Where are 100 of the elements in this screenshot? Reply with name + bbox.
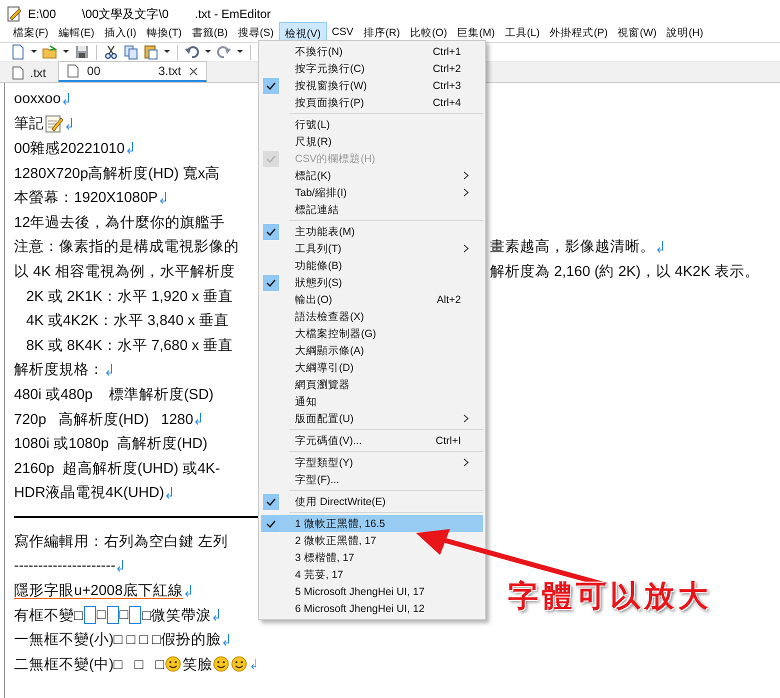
menu-entry[interactable]: 大綱導引(D) (261, 359, 483, 376)
menu-entry[interactable]: 行號(L) (261, 116, 483, 133)
text-line: 480i 或480p 標準解析度(SD) (14, 386, 214, 404)
window-title: \00文學及文字\0 (82, 6, 169, 22)
menu-entry[interactable]: 狀態列(S) (261, 274, 483, 291)
menu-entry[interactable]: 標記(K) (261, 167, 483, 184)
box-glyph (106, 606, 119, 624)
new-document-icon[interactable] (10, 44, 26, 60)
menu-item[interactable]: 編輯(E) (53, 22, 100, 42)
smiley-icon (165, 655, 182, 674)
menu-item[interactable]: 檔案(F) (8, 22, 54, 42)
menu-item[interactable]: CSV (326, 22, 358, 42)
text-line: 2K 或 2K1K：水平 1,920 x 垂直 (25, 288, 233, 306)
menu-entry[interactable]: 使用 DirectWrite(E) (261, 493, 483, 510)
text-line: 720p 高解析度(HD) 1280 (14, 410, 194, 429)
file-tab[interactable]: .txt (4, 64, 54, 82)
text-line: 本螢幕：1920X1080P (14, 189, 158, 208)
menu-entry[interactable]: 語法檢查器(X) (261, 308, 483, 325)
menu-item[interactable]: 搜尋(S) (232, 22, 279, 42)
text-line: 有框不變□ (14, 606, 83, 625)
copy-icon[interactable] (123, 44, 139, 60)
menu-item[interactable]: 書籤(B) (186, 22, 233, 42)
tab-label: 00 (87, 64, 100, 78)
text-line: --------------------- (14, 558, 116, 574)
scissors-icon[interactable] (103, 44, 119, 60)
menu-entry[interactable]: 尺規(R) (261, 133, 483, 150)
text-line: □ (120, 607, 128, 624)
menu-entry[interactable]: 功能條(B) (261, 257, 483, 274)
menu-item[interactable]: 檢視(V) (278, 22, 327, 42)
menu-entry[interactable]: 標記連結 (261, 201, 483, 218)
text-line: 以 4K 相容電視為例，水平解析度 (14, 262, 235, 281)
menu-entry[interactable]: 1 微軟正黑體, 16.5 (261, 515, 483, 532)
menu-entry[interactable]: 6 Microsoft JhengHei UI, 12 (261, 600, 483, 617)
text-line: 解析度為 2,160 (約 2K)，以 4K2K 表示。 (490, 262, 760, 281)
menu-entry[interactable]: 版面配置(U) (261, 410, 483, 427)
notepad-icon (45, 114, 63, 133)
menu-item[interactable]: 插入(I) (99, 22, 142, 42)
smiley-icon (231, 655, 248, 674)
text-line: ooxxoo (14, 91, 61, 108)
menu-item[interactable]: 轉換(T) (141, 22, 187, 42)
menu-item[interactable]: 外掛程式(P) (544, 22, 613, 42)
text-line: 笑臉 (182, 656, 212, 674)
text-line: HDR液晶電視4K(UHD) (14, 484, 164, 502)
menu-entry[interactable]: 4 芫荽, 17 (261, 566, 483, 583)
text-line: □微笑帶淚 (142, 606, 212, 625)
document-icon (67, 64, 80, 78)
menu-entry[interactable]: 2 微軟正黑體, 17 (261, 532, 483, 549)
menu-entry[interactable]: 大綱顯示條(A) (261, 342, 483, 359)
menu-item[interactable]: 視窗(W) (612, 22, 662, 42)
menu-entry[interactable]: 字型類型(Y) (261, 454, 483, 471)
undo-icon[interactable] (184, 44, 200, 60)
text-line: 12年過去後，為什麼你的旗艦手 (14, 214, 226, 232)
menu-entry[interactable]: 字元碼值(V)... Ctrl+I (261, 432, 483, 449)
menu-item[interactable]: 工具(L) (500, 22, 545, 42)
menu-entry[interactable]: 工具列(T) (261, 240, 483, 257)
text-line: 2160p 超高解析度(UHD) 或4K- (14, 460, 220, 478)
menu-entry[interactable]: 主功能表(M) (261, 223, 483, 240)
text-line: 注意：像素指的是構成電視影像的 (14, 238, 239, 256)
text-line: 解析度規格： (14, 360, 104, 380)
menu-item[interactable]: 說明(H) (662, 22, 708, 42)
menu-item[interactable]: 排序(R) (358, 22, 405, 42)
text-line: 一無框不變(小)□ □ □ □假扮的臉 (14, 631, 221, 650)
menu-entry[interactable]: 按頁面換行(P) Ctrl+4 (261, 94, 483, 111)
text-line: 畫素越高，影像越清晰。 (490, 238, 655, 256)
save-icon[interactable] (74, 44, 90, 60)
box-glyph (129, 606, 142, 624)
close-icon[interactable] (189, 66, 198, 76)
tab-label: 3.txt (158, 64, 182, 78)
text-line: 4K 或4K2K：水平 3,840 x 垂直 (25, 312, 229, 330)
menu-entry[interactable]: 按字元換行(C) Ctrl+2 (261, 60, 483, 77)
smiley-icon (213, 655, 230, 674)
text-line: 隱形字眼u+2008底下紅線 (14, 582, 183, 600)
text-line: 8K 或 8K4K：水平 7,680 x 垂直 (25, 336, 233, 355)
text-line: 筆記 (14, 115, 44, 134)
folder-icon[interactable] (42, 44, 58, 60)
text-line: □ (96, 607, 106, 624)
box-glyph (84, 606, 96, 624)
text-line: 00雜感20221010 (14, 140, 125, 158)
menu-entry[interactable]: 3 標楷體, 17 (261, 549, 483, 566)
menu-entry[interactable]: Tab/縮排(I) (261, 184, 483, 201)
window-title: E:\00 (28, 7, 56, 21)
menu-item[interactable]: 巨集(M) (452, 22, 500, 42)
paste-icon[interactable] (143, 44, 159, 60)
menu-entry[interactable]: 字型(F)... (261, 471, 483, 488)
menu-entry[interactable]: 大檔案控制器(G) (261, 325, 483, 342)
document-icon (12, 66, 24, 80)
file-tab[interactable]: 00 3.txt (58, 61, 208, 82)
menu-item[interactable]: 比較(O) (404, 22, 452, 42)
text-line: 寫作編輯用：右列為空白鍵 左列 (14, 532, 228, 551)
menu-entry[interactable]: 輸出(O) Alt+2 (261, 291, 483, 308)
text-line: 二無框不變(中)□ □ □ (14, 656, 164, 674)
menu-entry[interactable]: 5 Microsoft JhengHei UI, 17 (261, 583, 483, 600)
menu-entry[interactable]: 網頁瀏覽器 (261, 376, 483, 393)
window-title: .txt - EmEditor (194, 7, 271, 21)
menu-entry[interactable]: 不換行(N) Ctrl+1 (261, 43, 483, 60)
menu-entry[interactable]: 通知 (261, 393, 483, 410)
app-icon (6, 6, 22, 22)
tab-label: .txt (30, 66, 46, 80)
text-line: 1280X720p高解析度(HD) 寬x高 (14, 164, 220, 183)
menu-entry[interactable]: 按視窗換行(W) Ctrl+3 (261, 77, 483, 94)
